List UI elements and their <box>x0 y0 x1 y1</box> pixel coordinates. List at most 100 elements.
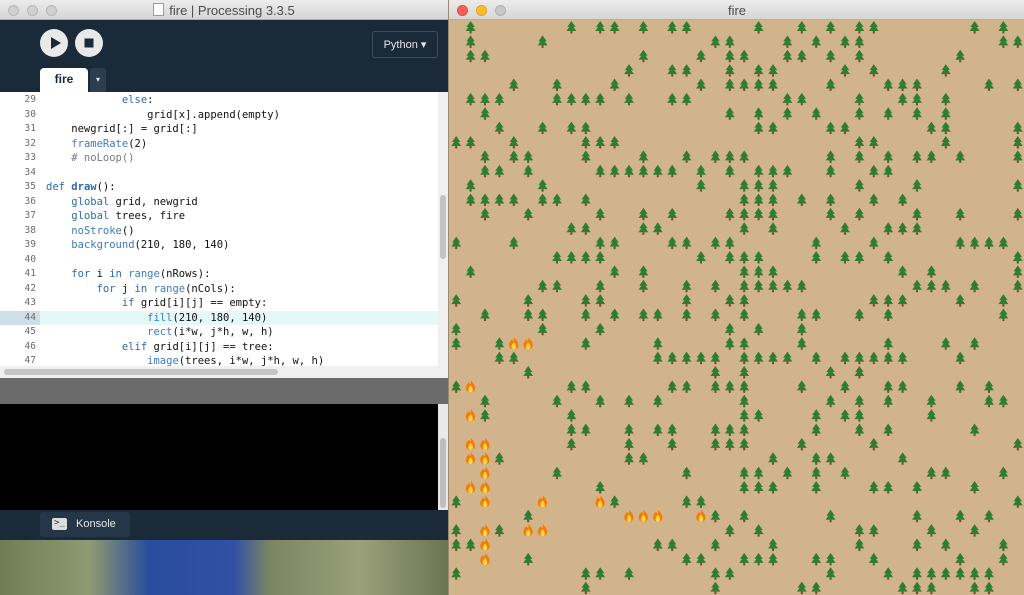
tree-cell <box>782 92 793 106</box>
tree-cell <box>739 394 750 408</box>
line-number: 31 <box>24 123 36 134</box>
code-line[interactable]: 36 global grid, newgrid <box>0 195 438 210</box>
code-line[interactable]: 29 else: <box>0 93 438 108</box>
tree-cell <box>782 351 793 365</box>
tree-cell <box>868 21 879 34</box>
tree-cell <box>739 423 750 436</box>
tree-cell <box>652 222 663 235</box>
editor-vertical-scroll-thumb[interactable] <box>440 195 446 259</box>
tree-cell <box>739 337 750 350</box>
tree-cell <box>912 222 922 235</box>
sketch-canvas[interactable] <box>449 20 1024 595</box>
tree-cell <box>609 236 620 250</box>
code-line[interactable]: 38 noStroke() <box>0 224 438 239</box>
tree-cell <box>494 524 505 537</box>
status-bar <box>0 378 448 404</box>
tree-cell <box>768 538 778 551</box>
tree-cell <box>998 538 1009 551</box>
tree-cell <box>868 64 879 77</box>
tree-cell <box>566 121 577 135</box>
line-number: 34 <box>24 166 36 178</box>
tree-cell <box>825 567 836 580</box>
code-line[interactable]: 47 image(trees, i*w, j*h, w, h) <box>0 354 438 366</box>
fire-cell <box>465 481 476 493</box>
tree-cell <box>580 423 591 436</box>
tree-cell <box>508 236 519 250</box>
tree-cell <box>782 279 793 293</box>
tree-cell <box>624 567 634 580</box>
code-line[interactable]: 30 grid[x].append(empty) <box>0 108 438 123</box>
tree-cell <box>969 581 980 595</box>
code-text: frameRate(2) <box>71 137 148 150</box>
tree-cell <box>984 78 994 91</box>
sketch-titlebar[interactable]: fire <box>449 0 1024 20</box>
console-scroll-thumb[interactable] <box>440 438 446 508</box>
code-line[interactable]: 42 for j in range(nCols): <box>0 282 438 297</box>
tree-cell <box>768 279 778 293</box>
code-line[interactable]: 46 elif grid[i][j] == tree: <box>0 340 438 355</box>
tree-cell <box>912 538 922 551</box>
console-scrollbar[interactable] <box>438 404 448 510</box>
tree-cell <box>883 394 894 408</box>
console-output[interactable] <box>0 404 438 510</box>
tree-cell <box>753 251 764 264</box>
fire-cell <box>480 466 490 479</box>
tree-cell <box>753 107 764 120</box>
tree-cell <box>782 35 793 48</box>
code-line[interactable]: 37 global trees, fire <box>0 209 438 224</box>
stop-button[interactable] <box>75 29 103 57</box>
tab-menu-dropdown[interactable]: ▾ <box>90 68 106 92</box>
editor-horizontal-scrollbar[interactable] <box>0 366 448 378</box>
tree-cell <box>782 107 793 120</box>
code-line[interactable]: 33 # noLoop() <box>0 151 438 166</box>
code-editor[interactable]: 29 else: 30 grid[x].append(empty) 31 newgr… <box>0 92 438 366</box>
tree-cell <box>595 567 606 580</box>
code-line[interactable]: 43 if grid[i][j] == empty: <box>0 296 438 311</box>
editor-vertical-scrollbar[interactable] <box>438 92 448 366</box>
run-button[interactable] <box>40 29 68 57</box>
tree-cell <box>681 21 692 34</box>
tree-cell <box>710 35 721 48</box>
tree-cell <box>724 107 735 120</box>
tree-cell <box>667 538 678 551</box>
tree-cell <box>912 150 922 163</box>
tree-cell <box>768 164 778 178</box>
tree-cell <box>854 136 865 149</box>
konsole-tab[interactable]: >_ Konsole <box>40 512 130 537</box>
tab-fire[interactable]: fire <box>40 68 88 92</box>
tree-cell <box>854 409 865 422</box>
tree-cell <box>854 538 865 551</box>
fire-cell <box>480 481 490 493</box>
tree-cell <box>566 437 577 451</box>
code-line[interactable]: 35 def draw(): <box>0 180 438 195</box>
code-line[interactable]: 31 newgrid[:] = grid[:] <box>0 122 438 137</box>
tree-cell <box>940 107 951 120</box>
tree-cell <box>580 92 591 106</box>
tree-cell <box>595 294 606 307</box>
code-line[interactable]: 44 fill(210, 180, 140) <box>0 310 438 325</box>
tree-cell <box>580 193 591 206</box>
tree-cell <box>854 49 865 63</box>
mode-selector[interactable]: Python ▾ <box>372 31 438 58</box>
tree-cell <box>883 308 894 321</box>
code-line[interactable]: 41 for i in range(nRows): <box>0 267 438 282</box>
ide-titlebar[interactable]: fire | Processing 3.3.5 <box>0 0 448 20</box>
code-line[interactable]: 34 <box>0 166 438 181</box>
tree-cell <box>609 265 620 278</box>
tree-cell <box>840 380 850 393</box>
tree-cell <box>480 164 490 178</box>
code-line[interactable]: 32 frameRate(2) <box>0 137 438 152</box>
tree-cell <box>724 164 735 178</box>
tree-cell <box>667 64 678 77</box>
code-line[interactable]: 45 rect(i*w, j*h, w, h) <box>0 325 438 340</box>
code-line[interactable]: 40 <box>0 253 438 268</box>
tree-cell <box>897 294 908 307</box>
tree-cell <box>753 64 764 77</box>
code-line[interactable]: 39 background(210, 180, 140) <box>0 238 438 253</box>
fire-cell <box>465 380 476 393</box>
tree-cell <box>523 366 534 379</box>
tree-cell <box>768 481 778 494</box>
editor-horizontal-scroll-thumb[interactable] <box>4 369 278 375</box>
code-text: global grid, newgrid <box>71 195 198 208</box>
tree-cell <box>552 394 562 408</box>
